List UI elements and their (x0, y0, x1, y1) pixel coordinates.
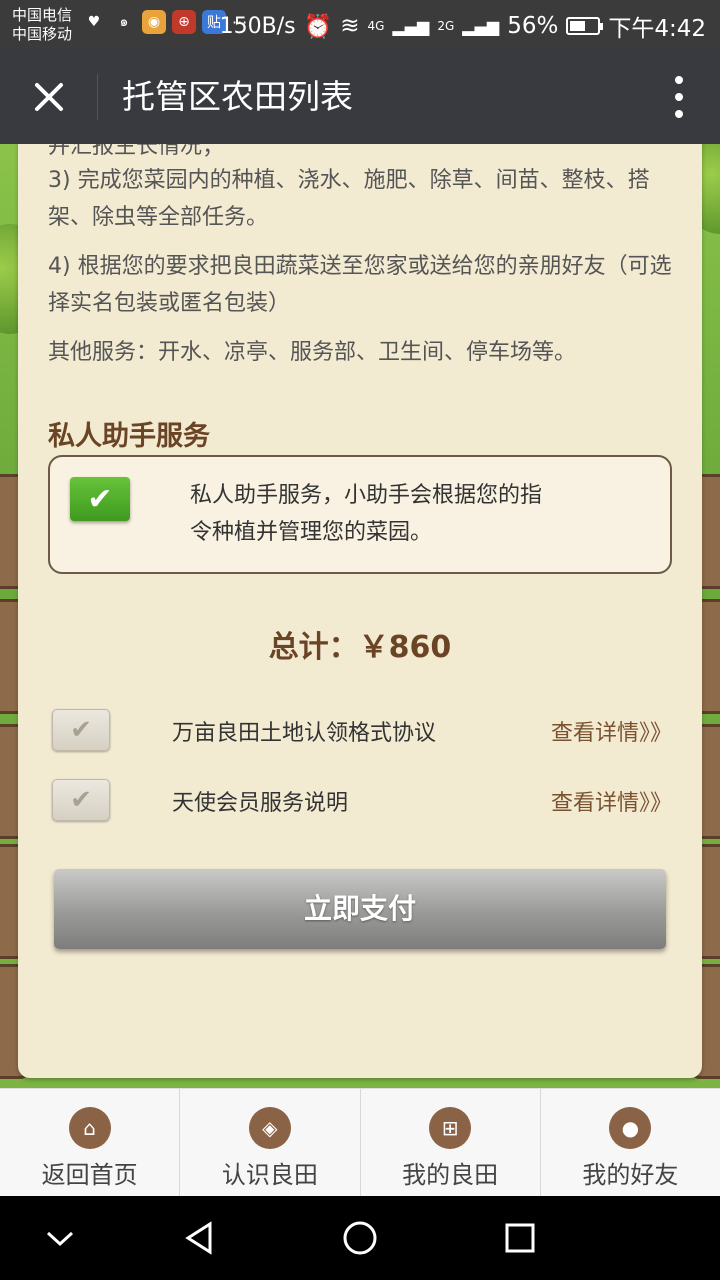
page-title: 托管区农田列表 (122, 77, 353, 116)
carrier-2: 中国移动 (12, 25, 73, 43)
service-item-4: 4) 根据您的要求把良田蔬菜送至您家或送给您的亲朋好友（可选择实名包装或匿名包装… (48, 254, 672, 316)
status-bar: 中国电信 中国移动 ♥ ๑ ◉ ⊕ 贴 ··· 150B/s ⏰ ≋ 4G ▂▄… (0, 0, 720, 50)
health-heart-icon: ♥ (87, 14, 101, 30)
service-item-3: 3) 完成您菜园内的种植、浇水、施肥、除草、间苗、整枝、搭架、除虫等全部任务。 (48, 168, 650, 230)
checkbox-checked-icon[interactable]: ✔ (70, 477, 130, 521)
agreement-label: 万亩良田土地认领格式协议 (172, 721, 437, 746)
clock: 下午4:42 (608, 16, 706, 42)
tag-icon: ◈ (248, 1107, 291, 1149)
view-details-link[interactable]: 查看详情》》 (551, 715, 672, 747)
back-icon[interactable] (180, 1218, 220, 1258)
hide-keyboard-chevron-icon[interactable] (40, 1218, 80, 1258)
description-cut-line: 并汇报生长情况； (48, 144, 225, 158)
other-services: 其他服务：开水、凉亭、服务部、卫生间、停车场等。 (48, 340, 577, 365)
signal-bars-icon: ▂▄▆ (392, 16, 430, 36)
alarm-icon: ⏰ (303, 13, 333, 40)
agreement-checkbox[interactable]: ✔ (52, 709, 110, 751)
app-swirl-icon: ๑ (119, 14, 129, 30)
assistant-service-option[interactable]: ✔ 私人助手服务，小助手会根据您的指令种植并管理您的菜园。 (48, 455, 672, 574)
total-label: 总计： (268, 630, 359, 665)
home-icon: ⌂ (68, 1107, 111, 1149)
pay-now-button[interactable]: 立即支付 (54, 869, 666, 949)
agreement-checkbox[interactable]: ✔ (52, 779, 110, 821)
assistant-service-description: 私人助手服务，小助手会根据您的指令种植并管理您的菜园。 (190, 483, 543, 545)
battery-icon (566, 17, 604, 35)
close-button[interactable] (26, 74, 72, 120)
carrier-1: 中国电信 (12, 6, 73, 24)
recents-icon[interactable] (500, 1218, 540, 1258)
user-icon: ● (609, 1107, 652, 1149)
wifi-icon: ≋ (340, 13, 360, 39)
system-nav-bar (0, 1196, 720, 1280)
status-right: 150B/s ⏰ ≋ 4G ▂▄▆ 2G ▂▄▆ 56% 下午4:42 (220, 9, 706, 43)
agreement-row: ✔ 天使会员服务说明 查看详情》》 (52, 779, 672, 823)
tab-label: 我的良田 (402, 1161, 499, 1189)
grid-icon: ⊞ (429, 1107, 472, 1149)
total-value: ￥860 (358, 630, 452, 665)
section-title-assistant: 私人助手服务 (48, 421, 210, 452)
home-circle-icon[interactable] (340, 1218, 380, 1258)
signal-2g-icon: 2G (437, 19, 455, 33)
bottom-tab-bar: ⌂ 返回首页 ◈ 认识良田 ⊞ 我的良田 ● 我的好友 (0, 1088, 720, 1196)
tab-learn-fields[interactable]: ◈ 认识良田 (180, 1089, 361, 1196)
content-area[interactable]: 并汇报生长情况； 3) 完成您菜园内的种植、浇水、施肥、除草、间苗、整枝、搭架、… (0, 144, 720, 1088)
tab-my-friends[interactable]: ● 我的好友 (541, 1089, 720, 1196)
weibo-icon: ◉ (142, 10, 166, 34)
tab-label: 认识良田 (221, 1161, 318, 1189)
tab-label: 我的好友 (582, 1161, 679, 1189)
nav-divider (97, 74, 98, 120)
tab-home[interactable]: ⌂ 返回首页 (0, 1089, 181, 1196)
signal-bars-icon-2: ▂▄▆ (462, 16, 500, 36)
agreement-row: ✔ 万亩良田土地认领格式协议 查看详情》》 (52, 709, 672, 753)
agreement-label: 天使会员服务说明 (172, 791, 349, 816)
signal-4g-icon: 4G (367, 19, 385, 33)
total-price: 总计：￥860 (18, 622, 702, 666)
order-panel: 并汇报生长情况； 3) 完成您菜园内的种植、浇水、施肥、除草、间苗、整枝、搭架、… (18, 144, 702, 1078)
more-menu-button[interactable] (674, 76, 684, 118)
tab-my-fields[interactable]: ⊞ 我的良田 (361, 1089, 541, 1196)
battery-percent: 56% (507, 13, 559, 39)
carrier-info: 中国电信 中国移动 (12, 6, 72, 44)
view-details-link[interactable]: 查看详情》》 (551, 785, 672, 817)
tab-label: 返回首页 (41, 1161, 138, 1189)
net-speed: 150B/s (219, 13, 296, 39)
battery-fill (570, 21, 585, 31)
bike-app-icon: ⊕ (172, 10, 196, 34)
title-bar: 托管区农田列表 (0, 50, 720, 144)
